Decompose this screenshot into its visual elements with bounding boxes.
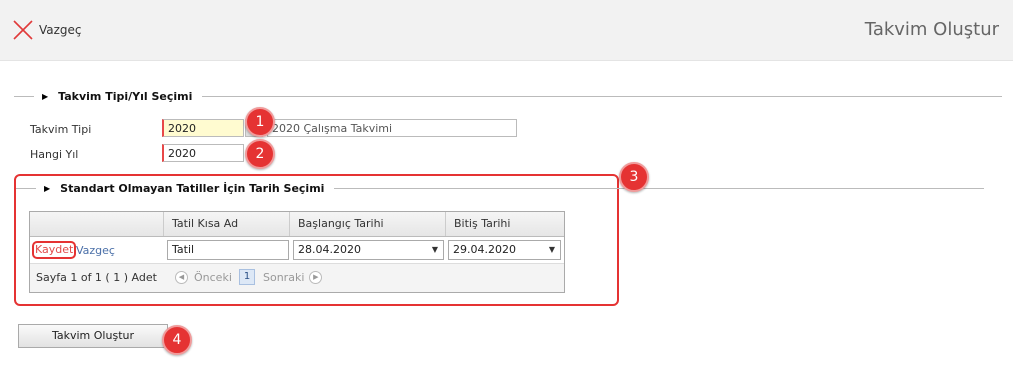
divider	[16, 188, 36, 189]
cancel-toolbar-button[interactable]: Vazgeç	[12, 19, 82, 41]
dropdown-arrow-icon[interactable]: ▼	[432, 241, 438, 259]
cancel-link[interactable]: Vazgeç	[76, 244, 115, 257]
column-header-end-date[interactable]: Bitiş Tarihi	[446, 212, 564, 236]
calendar-type-label: Takvim Tipi	[30, 123, 92, 136]
pager-prev-label: Önceki	[194, 271, 232, 284]
pager-prev-button[interactable]: ◀ Önceki	[175, 271, 232, 284]
divider	[334, 188, 985, 189]
start-date-select[interactable]: 28.04.2020 ▼	[293, 240, 444, 260]
chevron-left-icon: ◀	[175, 271, 188, 284]
pager: Sayfa 1 of 1 ( 1 ) Adet ◀ Önceki 1 Sonra…	[30, 264, 564, 292]
column-header-start-date[interactable]: Başlangıç Tarihi	[290, 212, 446, 236]
create-calendar-button[interactable]: Takvim Oluştur	[18, 324, 168, 348]
year-input[interactable]: 2020	[162, 144, 244, 162]
expand-arrow-icon[interactable]: ▶	[44, 184, 50, 193]
annotation-badge-1: 1	[245, 107, 275, 137]
chevron-right-icon: ▶	[309, 271, 323, 284]
section-title: Takvim Tipi/Yıl Seçimi	[58, 90, 193, 103]
end-date-value: 29.04.2020	[453, 243, 516, 256]
pager-summary: Sayfa 1 of 1 ( 1 ) Adet	[36, 271, 157, 284]
divider	[202, 96, 1003, 97]
divider	[14, 96, 34, 97]
annotation-badge-4: 4	[162, 325, 192, 355]
column-header-short-name[interactable]: Tatil Kısa Ad	[164, 212, 290, 236]
top-toolbar: Vazgeç Takvim Oluştur	[0, 0, 1013, 61]
section-title: Standart Olmayan Tatiller İçin Tarih Seç…	[60, 182, 325, 195]
cancel-toolbar-label: Vazgeç	[39, 23, 82, 37]
pager-next-label: Sonraki	[263, 271, 305, 284]
pager-next-button[interactable]: Sonraki ▶	[263, 271, 323, 284]
section-holidays[interactable]: ▶ Standart Olmayan Tatiller İçin Tarih S…	[16, 182, 985, 195]
grid-header: Tatil Kısa Ad Başlangıç Tarihi Bitiş Tar…	[30, 212, 564, 237]
section-calendar-type[interactable]: ▶ Takvim Tipi/Yıl Seçimi	[14, 90, 1003, 103]
pager-page-number[interactable]: 1	[239, 269, 255, 285]
calendar-type-input[interactable]: 2020	[162, 119, 244, 137]
column-header-actions	[30, 212, 164, 236]
expand-arrow-icon[interactable]: ▶	[42, 92, 48, 101]
annotation-badge-2: 2	[245, 139, 275, 169]
save-link[interactable]: Kaydet	[32, 241, 77, 259]
end-date-select[interactable]: 29.04.2020 ▼	[448, 240, 561, 260]
holiday-grid: Tatil Kısa Ad Başlangıç Tarihi Bitiş Tar…	[29, 211, 565, 293]
short-name-input[interactable]: Tatil	[167, 240, 289, 260]
close-icon	[13, 20, 33, 40]
annotation-badge-3: 3	[619, 162, 649, 192]
calendar-type-description: 2020 Çalışma Takvimi	[267, 119, 517, 137]
page-title: Takvim Oluştur	[864, 19, 999, 40]
dropdown-arrow-icon[interactable]: ▼	[549, 241, 555, 259]
start-date-value: 28.04.2020	[298, 243, 361, 256]
year-label: Hangi Yıl	[30, 148, 79, 161]
